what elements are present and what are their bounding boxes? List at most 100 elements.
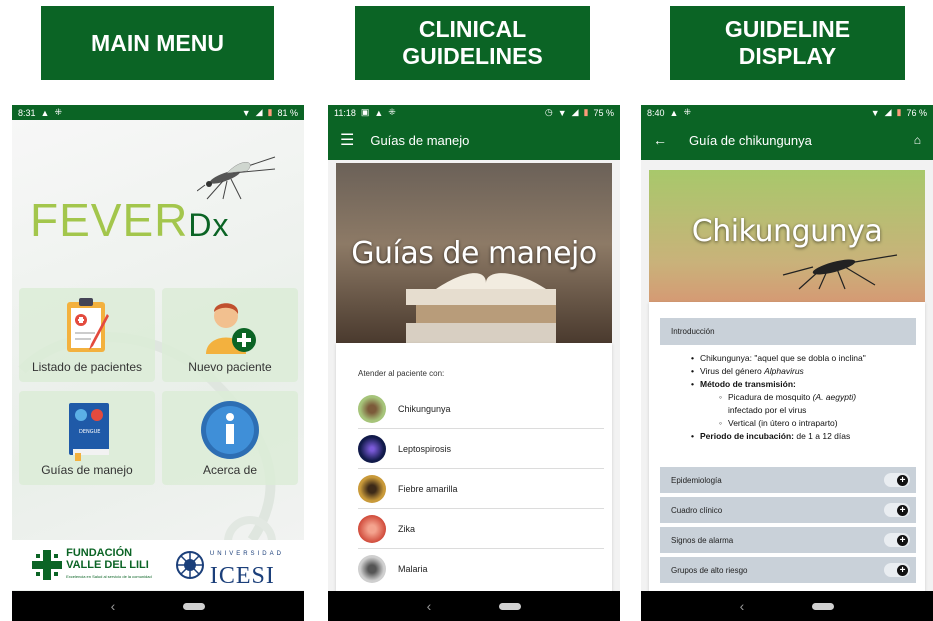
- intro-bullets: Chikungunya: "aquel que se dobla o incli…: [660, 352, 916, 443]
- network-icon: ⁜: [388, 107, 396, 117]
- tile-patient-list[interactable]: Listado de pacientes: [19, 288, 155, 382]
- hero-title: Chikungunya: [691, 213, 883, 249]
- back-icon[interactable]: ‹: [111, 598, 116, 614]
- fvl-cross-icon: [32, 550, 63, 580]
- mosquito-thumb-icon: [358, 394, 386, 423]
- home-pill[interactable]: [812, 602, 835, 610]
- tile-label: Listado de pacientes: [31, 360, 143, 374]
- bullet-item: Virus del género Alphavirus: [691, 365, 916, 378]
- disease-item-chikungunya[interactable]: Chikungunya: [358, 389, 604, 429]
- books-image: [406, 273, 556, 343]
- wifi-icon: ▼: [241, 107, 251, 118]
- accordion-signos-alarma[interactable]: Signos de alarma +: [660, 527, 916, 555]
- label-guideline-display: GUIDELINE DISPLAY: [670, 6, 905, 80]
- battery-level: 81 %: [277, 107, 298, 118]
- sub-bullet-item: Picadura de mosquito (A. aegypti): [700, 391, 916, 404]
- bullet-item: Método de transmisión:: [691, 378, 916, 391]
- hero-banner: Guías de manejo: [336, 163, 612, 343]
- hero-banner: Chikungunya: [649, 170, 925, 302]
- status-time: 8:31: [18, 107, 36, 118]
- bacteria-thumb-icon: [358, 434, 386, 463]
- warning-icon: ▲: [669, 107, 679, 118]
- bullet-item: Periodo de incubación: de 1 a 12 días: [691, 430, 916, 443]
- expand-icon[interactable]: +: [884, 563, 910, 577]
- hero-title: Guías de manejo: [351, 235, 597, 271]
- phone-main-menu: 8:31 ▲ ⁜ ▼ ◢ ▮ 81 % FEVERDx Listado de p…: [12, 105, 304, 621]
- nav-bar: ‹: [328, 591, 620, 621]
- app-bar: ← Guía de chikungunya ⌂: [641, 120, 933, 160]
- nav-bar: ‹: [12, 591, 304, 621]
- icesi-emblem-icon: [175, 551, 204, 579]
- tile-about[interactable]: Acerca de: [162, 391, 298, 485]
- label-clinical-guidelines: CLINICAL GUIDELINES: [355, 6, 590, 80]
- expand-icon[interactable]: +: [884, 473, 910, 487]
- network-icon: ⁜: [683, 107, 691, 117]
- phone-clinical-guidelines: 11:18 ▣ ▲ ⁜ ◷ ▼ ◢ ▮ 75 % ☰ Guías de mane…: [328, 105, 620, 621]
- battery-level: 76 %: [906, 107, 927, 118]
- sub-bullet-item: Vertical (in útero o intraparto): [700, 417, 916, 430]
- expand-icon[interactable]: +: [884, 503, 910, 517]
- status-bar: 8:40 ▲ ⁜ ▼ ◢ ▮ 76 %: [641, 105, 933, 120]
- disease-item-fiebre-amarilla[interactable]: Fiebre amarilla: [358, 469, 604, 509]
- signal-icon: ◢: [571, 107, 579, 117]
- battery-icon: ▮: [583, 107, 589, 117]
- battery-icon: ▮: [896, 107, 902, 117]
- info-icon: [201, 401, 259, 459]
- virus-thumb-icon: [358, 514, 386, 543]
- book-label: DENGUE: [79, 429, 100, 435]
- disease-item-leptospirosis[interactable]: Leptospirosis: [358, 429, 604, 469]
- wifi-icon: ▼: [557, 107, 567, 118]
- guideline-card: Introducción Chikungunya: "aquel que se …: [649, 302, 925, 591]
- tile-label: Nuevo paciente: [188, 360, 272, 374]
- status-bar: 11:18 ▣ ▲ ⁜ ◷ ▼ ◢ ▮ 75 %: [328, 105, 620, 120]
- icesi-logo: UNIVERSIDAD ICESI: [175, 543, 284, 588]
- menu-icon[interactable]: ☰: [340, 130, 354, 150]
- alarm-icon: ◷: [544, 107, 553, 117]
- warning-icon: ▲: [40, 107, 50, 118]
- intro-section-header[interactable]: Introducción: [660, 318, 916, 345]
- accordion-cuadro-clinico[interactable]: Cuadro clínico +: [660, 497, 916, 525]
- app-bar: ☰ Guías de manejo: [328, 120, 620, 160]
- back-icon[interactable]: ‹: [740, 598, 745, 614]
- status-time: 11:18: [334, 107, 356, 118]
- guide-book-icon: DENGUE: [69, 403, 109, 461]
- mosquito-image: [782, 254, 898, 290]
- signal-icon: ◢: [255, 107, 263, 117]
- tile-new-patient[interactable]: Nuevo paciente: [162, 288, 298, 382]
- disease-item-zika[interactable]: Zika: [358, 509, 604, 549]
- battery-icon: ▮: [267, 107, 273, 117]
- phone-guideline-display: 8:40 ▲ ⁜ ▼ ◢ ▮ 76 % ← Guía de chikunguny…: [641, 105, 933, 621]
- tile-guides[interactable]: DENGUE Guías de manejo: [19, 391, 155, 485]
- home-pill[interactable]: [499, 602, 522, 610]
- battery-level: 75 %: [593, 107, 614, 118]
- image-icon: ▣: [360, 107, 370, 117]
- back-icon[interactable]: ‹: [427, 598, 432, 614]
- nav-bar: ‹: [641, 591, 933, 621]
- footer-logos: FUNDACIÓN VALLE DEL LILI Excelencia en S…: [12, 540, 304, 590]
- label-main-menu: MAIN MENU: [41, 6, 274, 80]
- signal-icon: ◢: [884, 107, 892, 117]
- fvl-logo: FUNDACIÓN VALLE DEL LILI Excelencia en S…: [32, 547, 152, 583]
- warning-icon: ▲: [374, 107, 384, 118]
- arrow-back-icon[interactable]: ←: [653, 132, 667, 148]
- network-icon: ⁜: [54, 107, 62, 117]
- app-bar-title: Guías de manejo: [370, 132, 470, 148]
- expand-icon[interactable]: +: [884, 533, 910, 547]
- sub-bullet-continuation: infectado por el virus: [728, 405, 807, 415]
- feverdx-logo: FEVERDx: [30, 194, 230, 246]
- home-icon[interactable]: ⌂: [914, 133, 921, 147]
- clipboard-icon: [67, 298, 109, 352]
- bullet-item: Chikungunya: "aquel que se dobla o incli…: [691, 352, 916, 365]
- status-time: 8:40: [647, 107, 665, 118]
- accordion-grupos-riesgo[interactable]: Grupos de alto riesgo +: [660, 557, 916, 585]
- mosquito-thumb-icon: [358, 474, 386, 503]
- attend-label: Atender al paciente con:: [358, 369, 445, 378]
- home-pill[interactable]: [183, 602, 206, 610]
- tile-label: Acerca de: [202, 463, 258, 477]
- add-person-icon: [206, 303, 256, 354]
- mosquito-thumb-icon: [358, 555, 386, 583]
- disease-list-card: Atender al paciente con: Chikungunya Lep…: [336, 343, 612, 591]
- disease-item-malaria[interactable]: Malaria: [358, 549, 604, 589]
- accordion-epidemiologia[interactable]: Epidemiología +: [660, 467, 916, 495]
- status-bar: 8:31 ▲ ⁜ ▼ ◢ ▮ 81 %: [12, 105, 304, 120]
